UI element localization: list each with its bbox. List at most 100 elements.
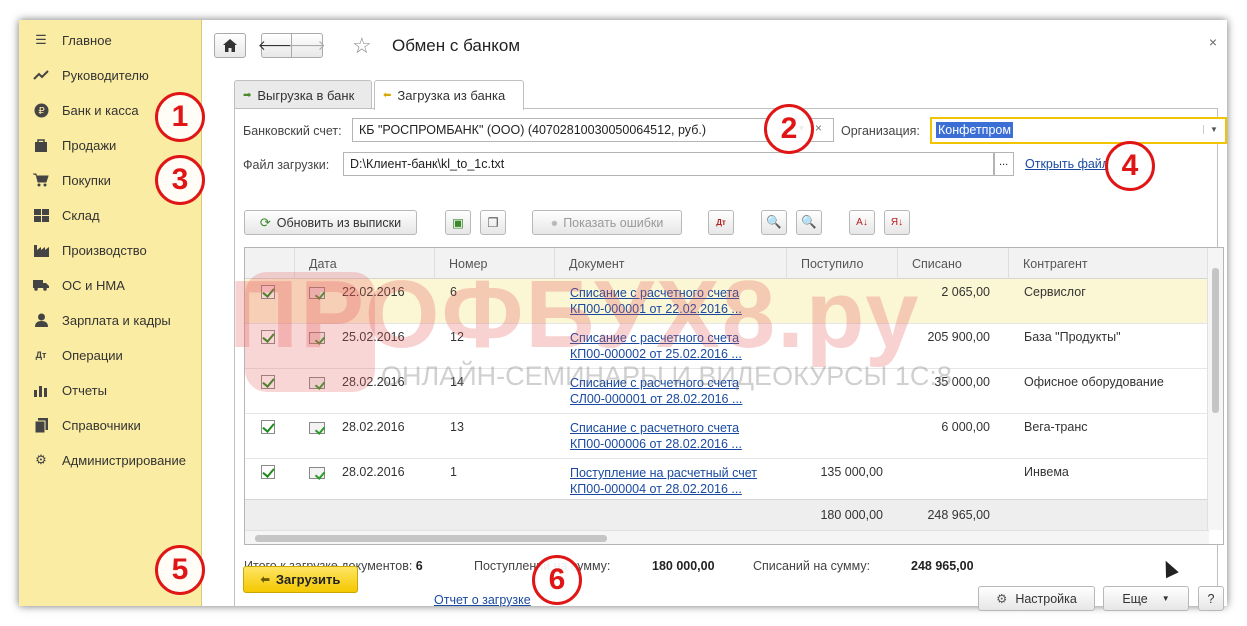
person-icon [33, 312, 49, 328]
table-row[interactable]: 28.02.2016 1 Поступление на расчетный сч… [245, 459, 1209, 504]
org-field[interactable]: Конфетпром [930, 117, 1227, 144]
close-icon[interactable]: × [1209, 34, 1217, 50]
watermark-brand: ПРОФБУХ8.ру [229, 261, 921, 368]
open-file-link[interactable]: Открыть файл [1025, 157, 1109, 171]
more-button[interactable]: Еще ▼ [1103, 586, 1189, 611]
sidebar-item-label: Производство [62, 242, 147, 258]
sort-asc-button[interactable]: A↓ [849, 210, 875, 235]
error-icon: ● [550, 215, 559, 230]
row-out: 6 000,00 [941, 420, 990, 434]
dtkt-button[interactable]: Дт [708, 210, 734, 235]
account-label: Банковский счет: [243, 124, 342, 138]
show-errors-label: Показать ошибки [563, 215, 664, 230]
settings-button[interactable]: ⚙ Настройка [978, 586, 1095, 611]
tab-label: Загрузка из банка [397, 88, 506, 103]
search-cancel-icon: 🔍 [801, 215, 817, 229]
sidebar-item-assets[interactable]: ОС и НМА [19, 270, 202, 300]
check-all-button[interactable]: ▣ [445, 210, 471, 235]
browse-button[interactable]: ... [994, 152, 1014, 176]
file-field[interactable]: D:\Клиент-банк\kl_to_1c.txt [343, 152, 994, 176]
tab-label: Выгрузка в банк [257, 87, 355, 103]
document-link-line1[interactable]: Списание с расчетного счета [570, 420, 742, 436]
annotation-marker-5: 5 [155, 545, 205, 595]
row-document[interactable]: Поступление на расчетный счет КП00-00000… [570, 459, 757, 504]
row-checkbox[interactable] [261, 465, 275, 479]
sidebar-item-label: Покупки [62, 172, 111, 188]
sidebar-item-operations[interactable]: Дт Операции [19, 340, 202, 370]
out-sum-number: 248 965,00 [911, 559, 974, 573]
help-button[interactable]: ? [1198, 586, 1224, 611]
file-label: Файл загрузки: [243, 158, 330, 172]
menu-icon: ☰ [35, 32, 47, 47]
chevron-down-icon: ▼ [1161, 594, 1170, 603]
account-field[interactable]: КБ "РОСПРОМБАНК" (ООО) (4070281003005006… [352, 118, 834, 142]
sidebar-item-label: Продажи [62, 137, 117, 153]
show-errors-button[interactable]: ● Показать ошибки [532, 210, 682, 235]
row-checkbox[interactable] [261, 420, 275, 434]
settings-label: Настройка [1015, 591, 1077, 606]
scroll-thumb[interactable] [255, 535, 607, 542]
clear-icon[interactable]: × [815, 121, 822, 135]
row-date: 28.02.2016 [342, 420, 405, 434]
annotation-marker-3: 3 [155, 155, 205, 205]
sidebar-item-reports[interactable]: Отчеты [19, 375, 202, 405]
org-value: Конфетпром [936, 122, 1013, 138]
sort-desc-button[interactable]: Я↓ [884, 210, 910, 235]
document-link-line1[interactable]: Поступление на расчетный счет [570, 465, 757, 481]
org-dropdown-icon[interactable]: ▼ [1203, 125, 1218, 134]
sidebar-item-production[interactable]: Производство [19, 235, 202, 265]
dtkt-icon: Дт [35, 350, 47, 360]
file-value: D:\Клиент-банк\kl_to_1c.txt [350, 157, 505, 171]
document-link-line2[interactable]: СЛ00-000001 от 28.02.2016 ... [570, 391, 742, 407]
row-document[interactable]: Списание с расчетного счета КП00-000006 … [570, 414, 742, 459]
annotation-marker-4: 4 [1105, 141, 1155, 191]
search-cancel-button[interactable]: 🔍 [796, 210, 822, 235]
favorite-star-icon[interactable]: ☆ [352, 33, 372, 59]
in-sum-number: 180 000,00 [652, 559, 715, 573]
document-link-line2[interactable]: КП00-000004 от 28.02.2016 ... [570, 481, 757, 497]
vertical-scrollbar[interactable] [1207, 248, 1223, 530]
sidebar-item-label: Операции [62, 347, 123, 363]
search-button[interactable]: 🔍 [761, 210, 787, 235]
gear-icon: ⚙ [996, 592, 1008, 606]
truck-icon [33, 277, 49, 293]
sidebar-item-label: Банк и касса [62, 102, 139, 118]
row-date: 28.02.2016 [342, 465, 405, 479]
horizontal-scrollbar[interactable] [245, 530, 1209, 544]
table-row[interactable]: 28.02.2016 13 Списание с расчетного счет… [245, 414, 1209, 459]
report-link[interactable]: Отчет о загрузке [434, 593, 531, 607]
export-icon: ➡ [243, 89, 252, 101]
scroll-thumb[interactable] [1212, 268, 1219, 413]
home-button[interactable] [214, 33, 246, 58]
sidebar-item-label: ОС и НМА [62, 277, 125, 293]
sidebar-item-main[interactable]: ☰ Главное [19, 25, 202, 55]
refresh-button[interactable]: ⟳ Обновить из выписки [244, 210, 417, 235]
row-contractor: Вега-транс [1024, 420, 1088, 434]
cart-icon [33, 172, 49, 188]
uncheck-all-button[interactable]: ❐ [480, 210, 506, 235]
forward-button[interactable]: 🡒 [288, 33, 326, 58]
load-label: Загрузить [275, 572, 341, 587]
sidebar-item-admin[interactable]: ⚙ Администрирование [19, 445, 202, 475]
load-button[interactable]: ⬅ Загрузить [243, 566, 358, 593]
svg-text:₽: ₽ [38, 106, 45, 117]
account-value: КБ "РОСПРОМБАНК" (ООО) (4070281003005006… [359, 123, 706, 137]
out-sum-label: Списаний на сумму: [753, 559, 871, 573]
sidebar-item-label: Администрирование [62, 452, 186, 468]
sidebar-item-manager[interactable]: Руководителю [19, 60, 202, 90]
watermark-tagline: ОНЛАЙН-СЕМИНАРЫ И ВИДЕОКУРСЫ 1С:8 [381, 361, 952, 391]
sidebar-item-references[interactable]: Справочники [19, 410, 202, 440]
header-contractor[interactable]: Контрагент [1009, 248, 1209, 279]
tab-export[interactable]: ➡ Выгрузка в банк [234, 80, 372, 109]
warehouse-icon [33, 207, 49, 223]
out-sum-value: 248 965,00 [911, 559, 974, 573]
check-all-icon: ▣ [452, 216, 464, 230]
tab-import[interactable]: ⬅ Загрузка из банка [374, 80, 524, 110]
sidebar-item-salary[interactable]: Зарплата и кадры [19, 305, 202, 335]
sidebar-item-label: Руководителю [62, 67, 149, 83]
annotation-marker-6: 6 [532, 555, 582, 605]
document-link-line2[interactable]: КП00-000006 от 28.02.2016 ... [570, 436, 742, 452]
home-icon [223, 39, 237, 52]
annotation-marker-2: 2 [764, 104, 814, 154]
import-icon: ⬅ [383, 90, 392, 101]
